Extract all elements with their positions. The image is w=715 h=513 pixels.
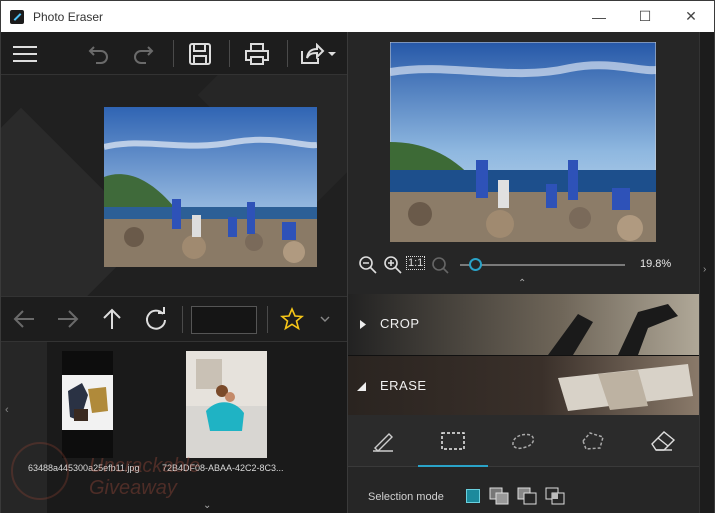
window-title: Photo Eraser bbox=[33, 9, 104, 24]
back-button[interactable] bbox=[9, 297, 39, 341]
refresh-button[interactable] bbox=[141, 297, 171, 341]
rect-select-tool[interactable] bbox=[418, 415, 488, 467]
undo-button[interactable] bbox=[83, 32, 115, 75]
save-icon bbox=[189, 42, 211, 65]
zoom-slider-track[interactable] bbox=[460, 264, 625, 266]
erase-tools bbox=[348, 415, 700, 467]
toolbar-separator bbox=[173, 40, 174, 67]
add-selection-icon[interactable] bbox=[488, 486, 510, 506]
menu-button[interactable] bbox=[7, 32, 43, 75]
zoom-controls: 1:1 19.8% bbox=[348, 252, 700, 278]
selection-mode-label: Selection mode bbox=[368, 491, 444, 503]
toolbar-separator bbox=[229, 40, 230, 67]
title-bar: Photo Eraser — ☐ ✕ bbox=[1, 1, 714, 32]
crop-panel[interactable]: CROP bbox=[348, 294, 700, 355]
maximize-button[interactable]: ☐ bbox=[622, 1, 668, 32]
eraser-icon bbox=[651, 431, 676, 451]
zoom-slider-thumb[interactable] bbox=[468, 258, 482, 271]
up-arrow-icon bbox=[103, 308, 121, 329]
navigation-separator bbox=[267, 306, 268, 333]
new-selection-icon[interactable] bbox=[466, 489, 480, 503]
brush-icon bbox=[373, 433, 393, 452]
right-scrollbar[interactable]: › bbox=[699, 32, 714, 513]
star-icon bbox=[280, 307, 304, 331]
eraser-tool[interactable] bbox=[628, 415, 698, 467]
up-folder-button[interactable] bbox=[97, 297, 127, 341]
subtract-selection-icon[interactable] bbox=[516, 486, 538, 506]
toolbar-separator bbox=[287, 40, 288, 67]
forward-button[interactable] bbox=[53, 297, 83, 341]
chevron-down-icon bbox=[320, 316, 330, 322]
menu-icon bbox=[13, 45, 37, 62]
intersect-selection-icon[interactable] bbox=[544, 486, 566, 506]
lasso-tool[interactable] bbox=[488, 415, 558, 467]
zoom-out-icon[interactable] bbox=[358, 255, 378, 275]
polygon-lasso-icon bbox=[582, 432, 604, 450]
navigation-bar bbox=[1, 296, 347, 342]
actual-size-icon[interactable]: 1:1 bbox=[406, 256, 426, 270]
thumbnail-image[interactable] bbox=[62, 351, 113, 458]
collapse-preview-icon[interactable]: ⌃ bbox=[518, 278, 526, 289]
navigation-separator bbox=[182, 306, 183, 333]
chevron-down-icon bbox=[327, 51, 336, 56]
print-button[interactable] bbox=[238, 32, 276, 75]
left-pane: ‹ 63488a445300a25efb11.jpg 72B4DF08-ABAA… bbox=[1, 32, 347, 513]
crop-panel-label: CROP bbox=[380, 316, 420, 331]
zoom-in-icon[interactable] bbox=[383, 255, 403, 275]
scroll-left-icon[interactable]: ‹ bbox=[5, 404, 9, 416]
share-button[interactable] bbox=[295, 32, 339, 75]
rect-select-icon bbox=[441, 432, 465, 450]
main-image-preview[interactable] bbox=[390, 42, 656, 242]
main-toolbar bbox=[1, 32, 347, 75]
path-input[interactable] bbox=[191, 306, 257, 334]
right-pane: 1:1 19.8% ⌃ CROP ERASE Selection mode bbox=[347, 32, 700, 513]
favorite-button[interactable] bbox=[277, 297, 307, 341]
close-button[interactable]: ✕ bbox=[668, 1, 714, 32]
fit-icon[interactable] bbox=[430, 255, 450, 275]
panel-collapse-icon bbox=[357, 382, 366, 391]
preview-photo[interactable] bbox=[104, 107, 317, 267]
back-arrow-icon bbox=[13, 310, 34, 328]
refresh-icon bbox=[146, 307, 166, 330]
thumbnail-image[interactable] bbox=[186, 351, 267, 458]
share-icon bbox=[300, 42, 324, 64]
watermark-logo bbox=[11, 442, 69, 500]
favorites-dropdown-button[interactable] bbox=[315, 297, 335, 341]
watermark-text: Uncrackable bbox=[89, 455, 201, 477]
chevron-down-icon[interactable]: ⌄ bbox=[203, 500, 211, 511]
app-window: Photo Eraser — ☐ ✕ ‹ 63488a445300a25efb1… bbox=[0, 0, 715, 513]
print-icon bbox=[245, 42, 269, 65]
undo-icon bbox=[88, 45, 108, 64]
app-logo-icon bbox=[10, 9, 24, 24]
watermark-text: Giveaway bbox=[89, 477, 177, 499]
brush-tool[interactable] bbox=[348, 415, 418, 467]
erase-panel-label: ERASE bbox=[380, 378, 427, 393]
thumbnail-strip: ‹ 63488a445300a25efb11.jpg 72B4DF08-ABAA… bbox=[1, 342, 347, 513]
redo-button[interactable] bbox=[127, 32, 159, 75]
forward-arrow-icon bbox=[58, 310, 79, 328]
image-preview-area bbox=[1, 75, 347, 327]
save-button[interactable] bbox=[182, 32, 218, 75]
lasso-icon bbox=[512, 433, 535, 450]
polygon-lasso-tool[interactable] bbox=[558, 415, 628, 467]
chevron-right-icon[interactable]: › bbox=[703, 264, 706, 275]
minimize-button[interactable]: — bbox=[576, 1, 622, 32]
redo-icon bbox=[134, 45, 154, 64]
panel-expand-icon bbox=[360, 320, 366, 329]
erase-panel[interactable]: ERASE bbox=[348, 355, 700, 416]
zoom-level: 19.8% bbox=[640, 258, 672, 270]
